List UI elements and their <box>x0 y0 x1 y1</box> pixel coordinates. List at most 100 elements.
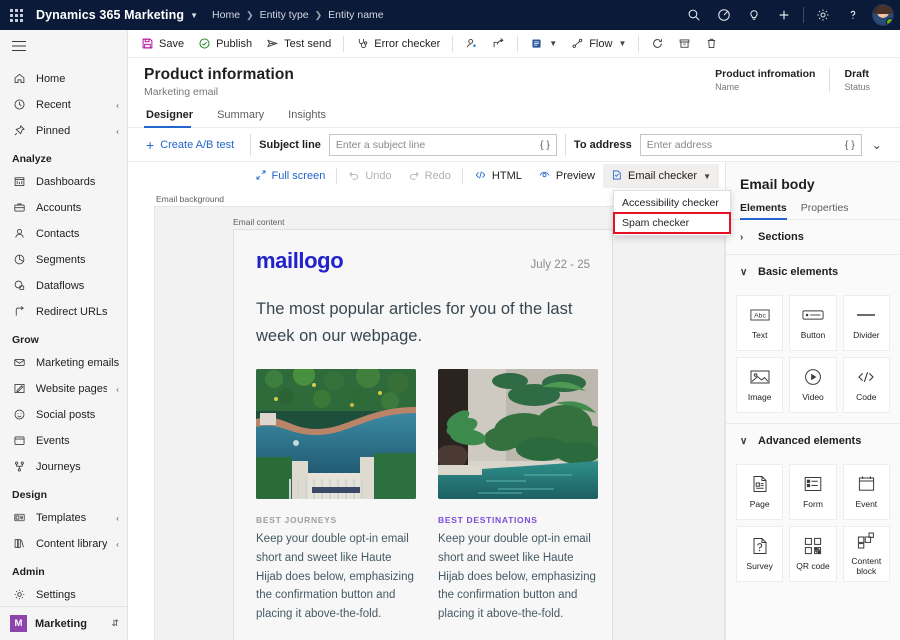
email-checker-button[interactable]: Email checker ▼ <box>603 164 719 188</box>
sidebar-item-dataflows[interactable]: Dataflows <box>0 273 127 299</box>
share-button[interactable] <box>485 32 512 56</box>
tab-summary[interactable]: Summary <box>215 104 274 127</box>
sidebar-item-website-pages[interactable]: Website pages ‹ <box>0 376 127 402</box>
element-tile-divider[interactable]: Divider <box>843 295 890 351</box>
error-checker-button[interactable]: Error checker <box>349 32 447 56</box>
sidebar-item-journeys[interactable]: Journeys <box>0 454 127 480</box>
section-sections[interactable]: › Sections <box>726 220 900 255</box>
hamburger-menu-icon[interactable] <box>0 30 127 62</box>
redo-button[interactable]: Redo <box>400 164 459 188</box>
help-icon[interactable] <box>838 0 868 30</box>
full-screen-button[interactable]: Full screen <box>247 164 334 188</box>
test-send-button[interactable]: Test send <box>259 32 338 56</box>
sidebar-item-contacts[interactable]: Contacts <box>0 221 127 247</box>
sidebar-chevron-icon[interactable]: ‹ <box>116 539 119 549</box>
create-ab-test-button[interactable]: + Create A/B test <box>138 138 242 152</box>
app-brand-title[interactable]: Dynamics 365 Marketing <box>36 8 184 22</box>
element-tile-button[interactable]: Button <box>789 295 836 351</box>
filter-target-icon[interactable] <box>709 0 739 30</box>
sidebar-chevron-icon[interactable]: ‹ <box>116 513 119 523</box>
element-tile-code[interactable]: Code <box>843 357 890 413</box>
element-tile-content-block[interactable]: Content block <box>843 526 890 582</box>
email-date[interactable]: July 22 - 25 <box>531 259 590 271</box>
section-basic-elements[interactable]: ∨ Basic elements <box>726 255 900 289</box>
email-column-kicker[interactable]: BEST JOURNEYS <box>256 515 416 525</box>
refresh-button[interactable] <box>644 32 671 56</box>
element-tile-form[interactable]: Form <box>789 464 836 520</box>
html-button[interactable]: HTML <box>466 164 530 188</box>
email-column-body[interactable]: Keep your double opt-in email short and … <box>438 530 598 623</box>
to-address-input[interactable] <box>647 139 841 151</box>
sidebar-item-home[interactable]: Home <box>0 66 127 92</box>
chevron-down-icon[interactable]: ▼ <box>549 39 557 48</box>
chevron-down-icon[interactable]: ▼ <box>703 172 711 181</box>
avatar[interactable] <box>872 4 894 26</box>
undo-button[interactable]: Undo <box>340 164 399 188</box>
tab-designer[interactable]: Designer <box>144 104 203 127</box>
to-address-input-wrap[interactable]: { } <box>640 134 862 156</box>
element-tile-page[interactable]: Page <box>736 464 783 520</box>
sidebar-chevron-icon[interactable]: ‹ <box>116 100 119 110</box>
menu-item-accessibility-checker[interactable]: Accessibility checker <box>614 193 730 213</box>
email-column-kicker[interactable]: BEST DESTINATIONS <box>438 515 598 525</box>
email-column-body[interactable]: Keep your double opt-in email short and … <box>256 530 416 623</box>
publish-button[interactable]: Publish <box>191 32 259 56</box>
plus-icon[interactable] <box>769 0 799 30</box>
email-headline[interactable]: The most popular articles for you of the… <box>256 296 590 349</box>
sidebar-item-social-posts[interactable]: Social posts <box>0 402 127 428</box>
sidebar-item-events[interactable]: Events <box>0 428 127 454</box>
element-tile-survey[interactable]: Survey <box>736 526 783 582</box>
sidebar-item-content-library[interactable]: Content library ‹ <box>0 531 127 557</box>
email-content[interactable]: maillogo July 22 - 25 The most popular a… <box>233 229 613 640</box>
preview-button[interactable]: Preview <box>530 164 603 188</box>
aerial-pool-photo[interactable] <box>256 369 416 499</box>
email-logo[interactable]: maillogo <box>256 248 343 274</box>
word-template-button[interactable]: ▼ <box>523 32 564 56</box>
subject-line-input-wrap[interactable]: { } <box>329 134 557 156</box>
sidebar-item-recent[interactable]: Recent ‹ <box>0 92 127 118</box>
sidebar-chevron-icon[interactable]: ‹ <box>116 126 119 136</box>
chevron-down-icon[interactable]: ▼ <box>618 39 626 48</box>
app-launcher-icon[interactable] <box>0 0 32 30</box>
email-background[interactable]: Email content maillogo July 22 - 25 The … <box>154 206 725 640</box>
expand-subject-bar-icon[interactable]: ⌄ <box>862 138 888 152</box>
app-switcher-updown-icon[interactable]: ⇵ <box>111 618 119 629</box>
flow-button[interactable]: Flow ▼ <box>564 32 633 56</box>
sidebar-item-settings[interactable]: Settings <box>0 582 127 606</box>
element-tile-event[interactable]: Event <box>843 464 890 520</box>
sidebar-item-accounts[interactable]: Accounts <box>0 195 127 221</box>
element-tile-video[interactable]: Video <box>789 357 836 413</box>
garden-pool-photo[interactable] <box>438 369 598 499</box>
menu-item-spam-checker[interactable]: Spam checker <box>614 213 730 233</box>
brand-chevron-down-icon[interactable]: ▼ <box>190 11 198 20</box>
sidebar-item-segments[interactable]: Segments <box>0 247 127 273</box>
breadcrumb-entity-name[interactable]: Entity name <box>328 9 383 21</box>
sidebar-item-marketing-emails[interactable]: Marketing emails <box>0 350 127 376</box>
sidebar-item-templates[interactable]: Templates ‹ <box>0 505 127 531</box>
section-advanced-elements[interactable]: ∨ Advanced elements <box>726 423 900 458</box>
delete-button[interactable] <box>698 32 725 56</box>
search-icon[interactable] <box>679 0 709 30</box>
email-column-1[interactable]: BEST JOURNEYS Keep your double opt-in em… <box>256 369 416 623</box>
app-switcher[interactable]: M Marketing ⇵ <box>0 606 127 640</box>
sidebar-chevron-icon[interactable]: ‹ <box>116 384 119 394</box>
sidebar-item-pinned[interactable]: Pinned ‹ <box>0 118 127 144</box>
element-tile-qr-code[interactable]: QR code <box>789 526 836 582</box>
tab-elements[interactable]: Elements <box>740 202 787 219</box>
sidebar-item-redirect-urls[interactable]: Redirect URLs <box>0 299 127 325</box>
sidebar-item-dashboards[interactable]: Dashboards <box>0 169 127 195</box>
tab-properties[interactable]: Properties <box>801 202 849 219</box>
to-personalization-token-icon[interactable]: { } <box>845 139 855 151</box>
subject-line-input[interactable] <box>336 139 536 151</box>
breadcrumb-home[interactable]: Home <box>212 9 240 21</box>
element-tile-text[interactable]: Abc Text <box>736 295 783 351</box>
element-tile-image[interactable]: Image <box>736 357 783 413</box>
save-button[interactable]: Save <box>134 32 191 56</box>
lightbulb-icon[interactable] <box>739 0 769 30</box>
assign-user-button[interactable] <box>458 32 485 56</box>
email-column-2[interactable]: BEST DESTINATIONS Keep your double opt-i… <box>438 369 598 623</box>
archive-button[interactable] <box>671 32 698 56</box>
tab-insights[interactable]: Insights <box>286 104 336 127</box>
gear-icon[interactable] <box>808 0 838 30</box>
breadcrumb-entity-type[interactable]: Entity type <box>260 9 309 21</box>
